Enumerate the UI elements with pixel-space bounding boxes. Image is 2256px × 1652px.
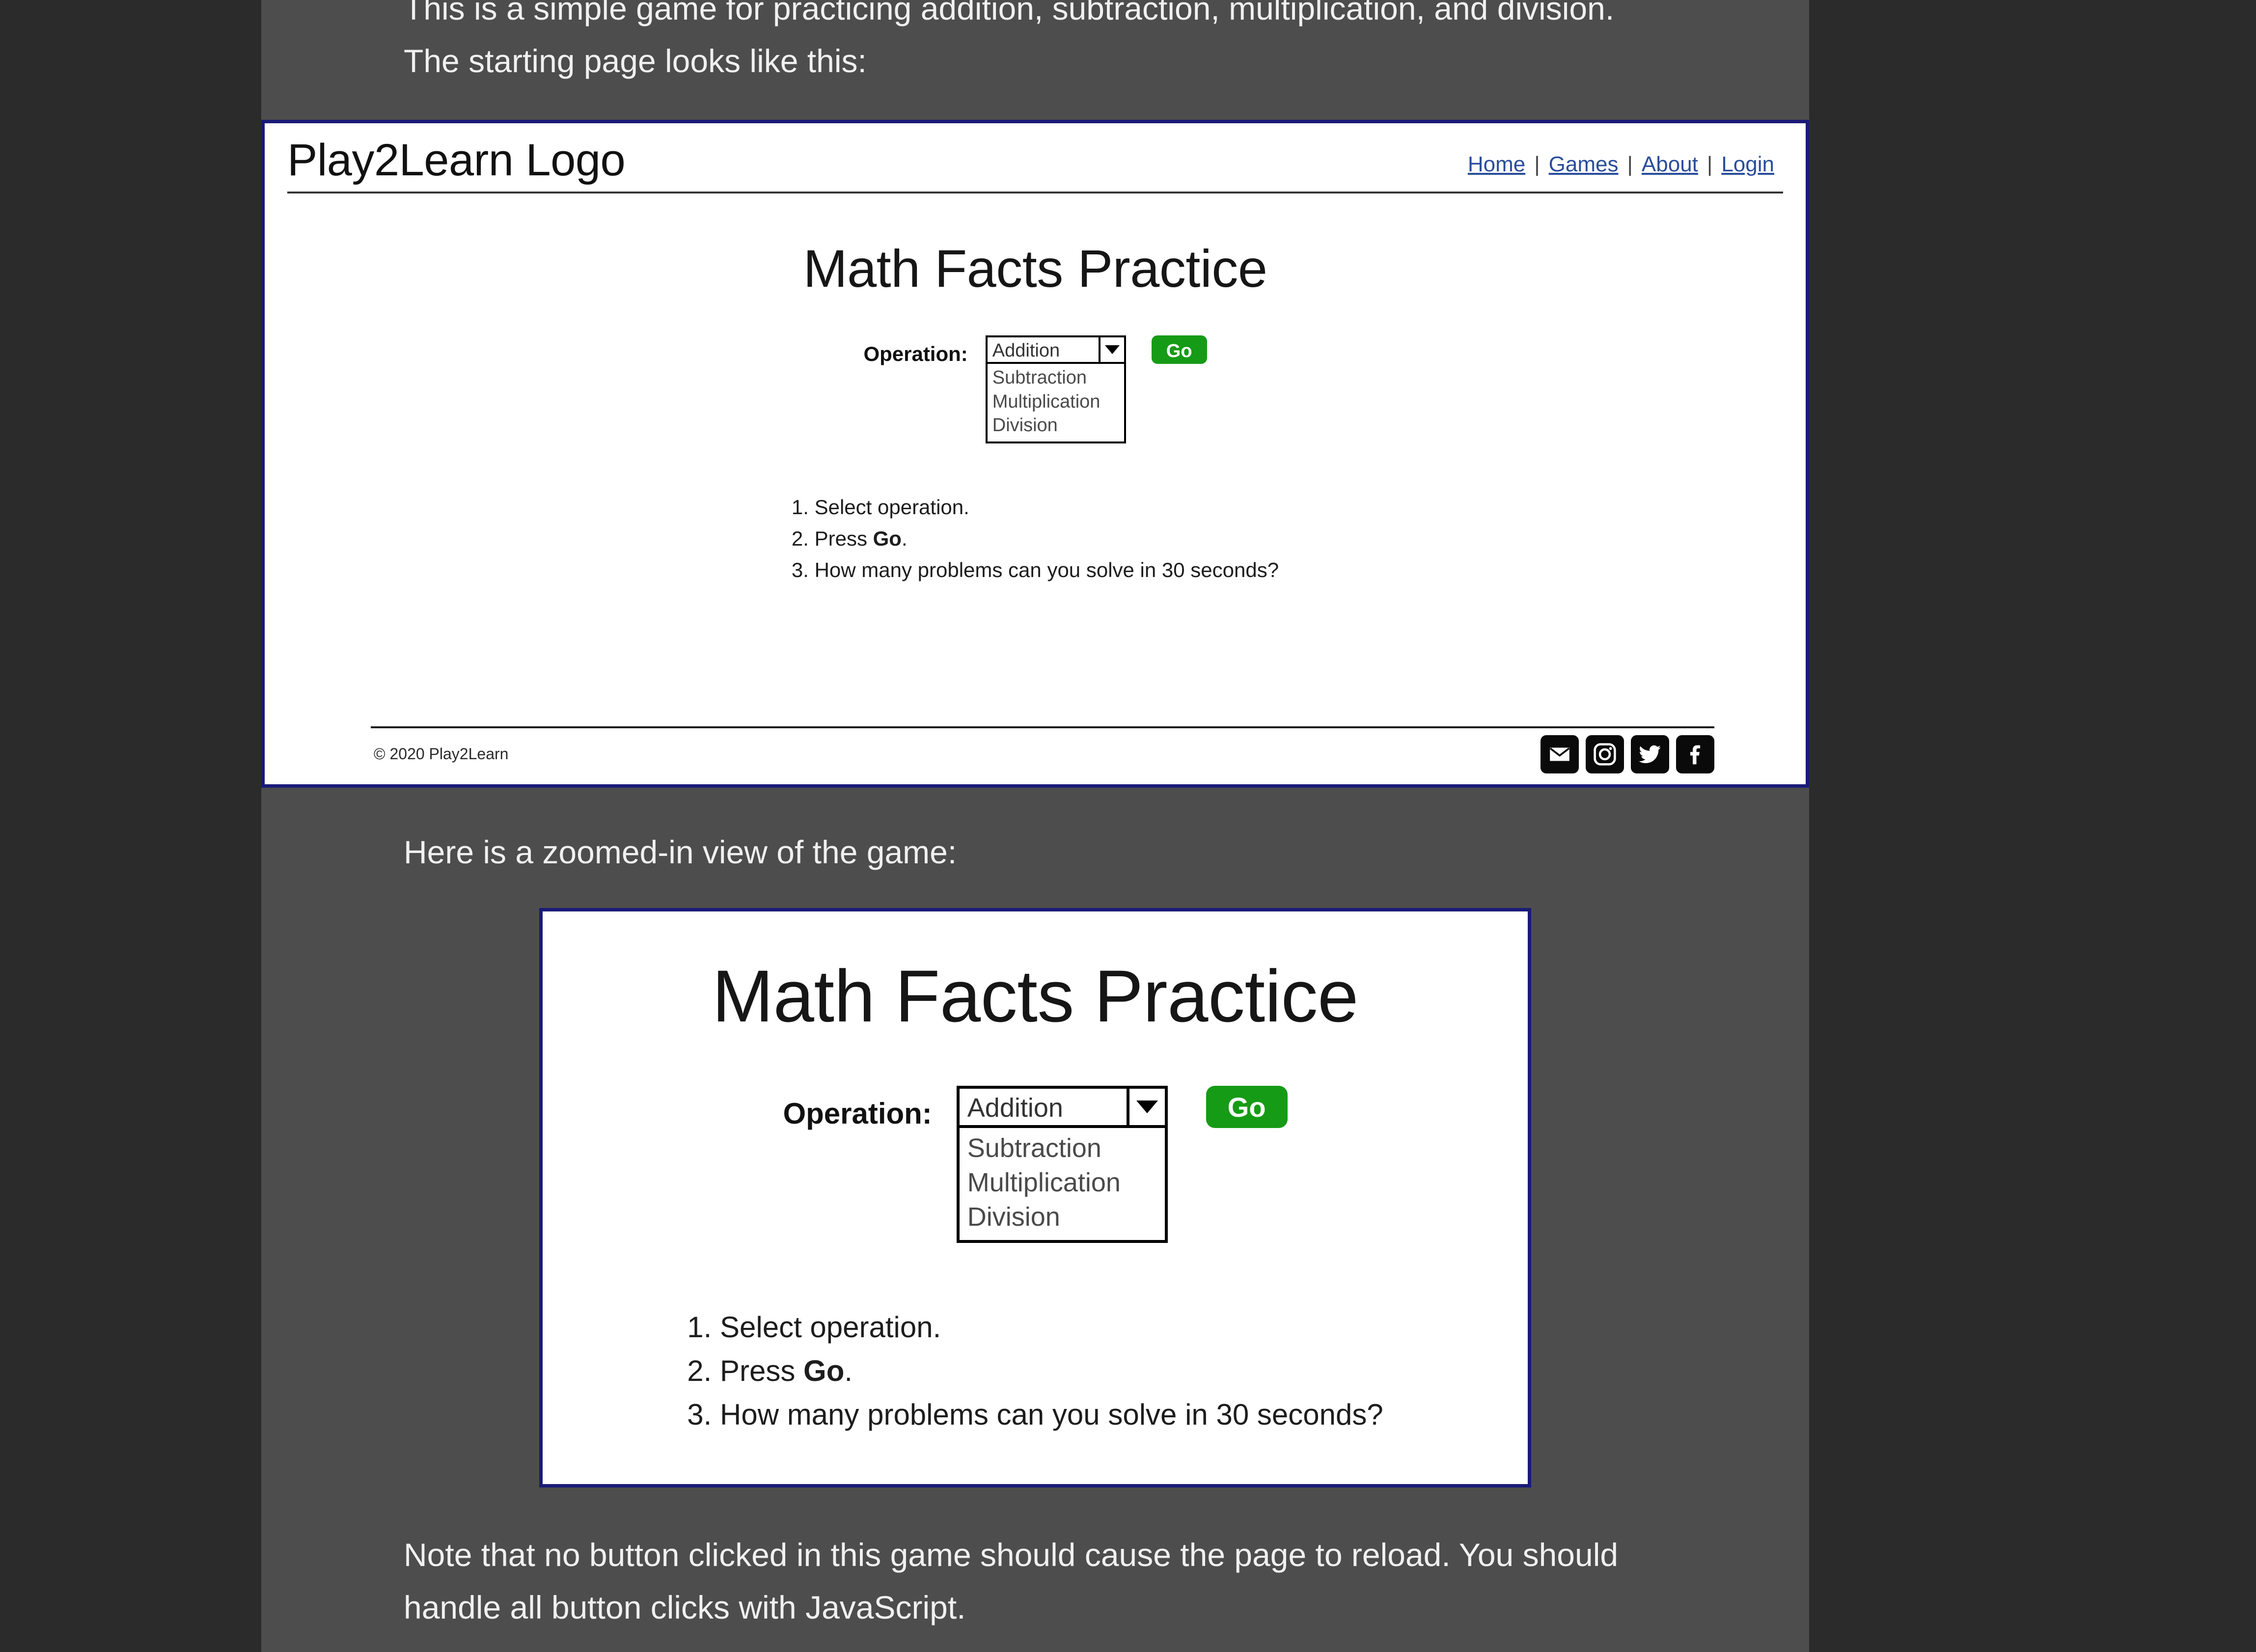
instruction-text: How many problems can you solve in 30 se… bbox=[720, 1398, 1383, 1431]
go-button[interactable]: Go bbox=[1151, 335, 1207, 364]
instruction-item-2: 2. Press Go. bbox=[687, 1349, 1383, 1393]
instruction-item-1: 1. Select operation. bbox=[792, 492, 1279, 523]
instructions-list: 1. Select operation. 2. Press Go. 3. How… bbox=[792, 492, 1279, 585]
instruction-number: 1. bbox=[791, 496, 809, 519]
instruction-text-prefix: Press bbox=[720, 1354, 804, 1388]
nav-link-login[interactable]: Login bbox=[1712, 152, 1783, 177]
operation-select[interactable]: Addition Subtraction Multiplication Divi… bbox=[985, 335, 1126, 444]
nav-link-home[interactable]: Home bbox=[1459, 152, 1534, 177]
zoomed-operation-select[interactable]: Addition Subtraction Multiplication Divi… bbox=[956, 1085, 1168, 1243]
operation-select-options[interactable]: Subtraction Multiplication Division bbox=[985, 364, 1126, 444]
chevron-down-icon[interactable] bbox=[1126, 1088, 1165, 1125]
operation-select-box[interactable]: Addition bbox=[985, 335, 1126, 364]
content-column: This is a simple game for practicing add… bbox=[261, 0, 1809, 1652]
instruction-number: 2. bbox=[791, 526, 809, 550]
instruction-item-3: 3. How many problems can you solve in 30… bbox=[792, 554, 1279, 586]
site-logo: Play2Learn Logo bbox=[287, 135, 626, 185]
note-paragraph: Note that no button clicked in this game… bbox=[404, 1536, 1619, 1625]
zoomed-operation-select-value: Addition bbox=[967, 1093, 1063, 1123]
operation-row: Operation: Addition Subtraction Multipli bbox=[278, 335, 1792, 444]
facebook-icon[interactable] bbox=[1676, 735, 1714, 773]
email-icon[interactable] bbox=[1541, 735, 1579, 773]
instruction-text-suffix: . bbox=[901, 526, 908, 550]
page-title: Math Facts Practice bbox=[803, 239, 1267, 299]
nav-link-games[interactable]: Games bbox=[1540, 152, 1627, 177]
header-divider bbox=[287, 192, 1783, 194]
zoomed-operation-row: Operation: Addition Subtraction Multipli… bbox=[543, 1085, 1528, 1243]
chevron-down-glyph bbox=[1104, 345, 1120, 355]
instruction-number: 3. bbox=[687, 1398, 712, 1431]
game-screenshot-full: Play2Learn Logo Home | Games | About | L… bbox=[261, 119, 1809, 788]
option-division[interactable]: Division bbox=[960, 1200, 1165, 1234]
operation-label: Operation: bbox=[863, 342, 968, 366]
instruction-item-3: 3. How many problems can you solve in 30… bbox=[687, 1393, 1383, 1437]
site-footer: © 2020 Play2Learn bbox=[287, 726, 1783, 773]
instruction-number: 2. bbox=[687, 1354, 712, 1388]
zoomed-operation-select-box[interactable]: Addition bbox=[956, 1085, 1168, 1128]
zoomed-page-title: Math Facts Practice bbox=[712, 954, 1358, 1037]
instruction-text: How many problems can you solve in 30 se… bbox=[814, 558, 1279, 581]
instagram-icon[interactable] bbox=[1586, 735, 1624, 773]
nav-separator: | bbox=[1627, 152, 1633, 177]
option-subtraction[interactable]: Subtraction bbox=[960, 1131, 1165, 1165]
instruction-text-prefix: Press bbox=[814, 526, 873, 550]
nav-separator: | bbox=[1706, 152, 1713, 177]
instruction-number: 3. bbox=[791, 558, 809, 581]
chevron-down-glyph bbox=[1136, 1100, 1158, 1113]
instruction-item-1: 1. Select operation. bbox=[687, 1306, 1383, 1349]
game-body: Math Facts Practice Operation: Addition bbox=[278, 238, 1792, 585]
instruction-bold-go: Go bbox=[803, 1354, 845, 1388]
zoom-intro-paragraph: Here is a zoomed-in view of the game: bbox=[404, 833, 957, 870]
instruction-text-suffix: . bbox=[844, 1354, 853, 1388]
instruction-item-2: 2. Press Go. bbox=[792, 523, 1279, 554]
instruction-text: Select operation. bbox=[814, 496, 969, 519]
instruction-text: Select operation. bbox=[720, 1311, 941, 1344]
zoomed-operation-select-options[interactable]: Subtraction Multiplication Division bbox=[956, 1128, 1168, 1243]
copyright-text: © 2020 Play2Learn bbox=[374, 745, 509, 763]
mock-page-inner: Play2Learn Logo Home | Games | About | L… bbox=[265, 123, 1806, 784]
twitter-icon[interactable] bbox=[1631, 735, 1669, 773]
operation-select-value: Addition bbox=[992, 340, 1060, 361]
zoomed-go-button[interactable]: Go bbox=[1206, 1085, 1288, 1128]
footer-row: © 2020 Play2Learn bbox=[287, 728, 1783, 773]
zoomed-instructions-list: 1. Select operation. 2. Press Go. 3. How… bbox=[687, 1306, 1383, 1436]
option-division[interactable]: Division bbox=[988, 413, 1124, 438]
site-nav: Home | Games | About | Login bbox=[1459, 152, 1783, 185]
option-subtraction[interactable]: Subtraction bbox=[988, 366, 1124, 390]
instruction-number: 1. bbox=[687, 1311, 712, 1344]
nav-separator: | bbox=[1534, 152, 1540, 177]
intro-paragraph: This is a simple game for practicing add… bbox=[404, 0, 1615, 79]
game-screenshot-zoomed: Math Facts Practice Operation: Addition … bbox=[539, 908, 1531, 1487]
site-header: Play2Learn Logo Home | Games | About | L… bbox=[278, 123, 1792, 185]
chevron-down-icon[interactable] bbox=[1098, 337, 1124, 362]
option-multiplication[interactable]: Multiplication bbox=[988, 390, 1124, 414]
nav-link-about[interactable]: About bbox=[1633, 152, 1707, 177]
instruction-bold-go: Go bbox=[873, 526, 902, 550]
option-multiplication[interactable]: Multiplication bbox=[960, 1165, 1165, 1200]
zoomed-operation-label: Operation: bbox=[783, 1097, 932, 1130]
social-links bbox=[1541, 735, 1714, 773]
page-root: This is a simple game for practicing add… bbox=[0, 0, 2256, 1652]
